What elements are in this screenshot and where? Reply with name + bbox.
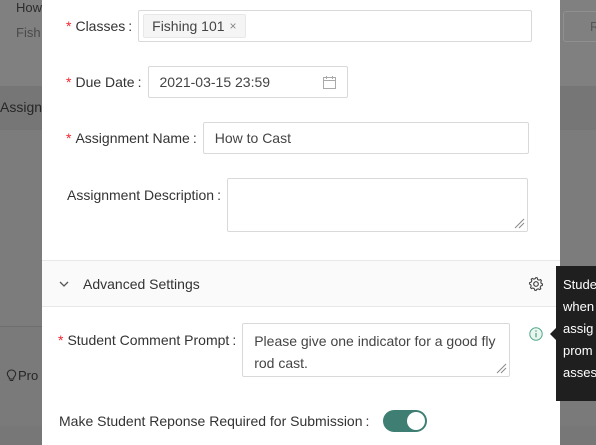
bg-action-button: R xyxy=(563,11,596,42)
info-tooltip: Stude when assig prom asses xyxy=(556,266,596,401)
bg-action-button-label: R xyxy=(590,19,596,34)
required-mark: * xyxy=(58,332,64,348)
assignment-name-value: How to Cast xyxy=(214,130,291,146)
due-date-value: 2021-03-15 23:59 xyxy=(159,74,271,90)
student-comment-prompt-row: * Student Comment Prompt: Please give on… xyxy=(58,323,511,377)
label-colon: : xyxy=(192,130,197,146)
chevron-down-icon xyxy=(59,281,69,287)
info-icon[interactable] xyxy=(529,327,543,341)
tooltip-line: asses xyxy=(563,365,596,380)
class-tag: Fishing 101 × xyxy=(143,14,246,38)
required-mark: * xyxy=(66,130,72,146)
tooltip-line: prom xyxy=(563,343,593,358)
resize-handle-icon[interactable] xyxy=(496,363,507,374)
due-date-picker[interactable]: 2021-03-15 23:59 xyxy=(147,66,348,98)
class-tag-label: Fishing 101 xyxy=(152,18,225,34)
label-colon: : xyxy=(365,413,370,429)
label-colon: : xyxy=(217,187,221,203)
tooltip-line: when xyxy=(563,299,595,314)
due-date-row: * Due Date: 2021-03-15 23:59 xyxy=(66,66,348,98)
advanced-settings-header[interactable]: Advanced Settings xyxy=(42,260,560,307)
classes-label: Classes xyxy=(75,18,126,34)
close-icon[interactable]: × xyxy=(230,19,237,33)
assignment-description-textarea[interactable] xyxy=(226,178,528,232)
due-date-label: Due Date xyxy=(75,74,135,90)
required-mark: * xyxy=(66,18,72,34)
resize-handle-icon[interactable] xyxy=(514,218,525,229)
gear-icon[interactable] xyxy=(528,276,544,292)
lightbulb-icon xyxy=(6,369,17,381)
switch-knob xyxy=(407,412,425,430)
required-mark: * xyxy=(66,74,72,90)
advanced-settings-title: Advanced Settings xyxy=(83,275,200,292)
assignment-name-input[interactable]: How to Cast xyxy=(202,122,529,154)
bg-row-title: How xyxy=(16,0,43,15)
make-required-switch[interactable] xyxy=(383,410,427,432)
student-comment-prompt-label: Student Comment Prompt xyxy=(67,332,230,348)
label-colon: : xyxy=(232,332,237,348)
make-required-row: Make Student Reponse Required for Submis… xyxy=(59,413,375,429)
assignment-modal: * Classes: Fishing 101 × * Due Date: 202… xyxy=(42,0,560,445)
bg-row-subtitle: Fish xyxy=(16,25,41,40)
student-comment-prompt-textarea[interactable]: Please give one indicator for a good fly… xyxy=(242,323,511,377)
bg-prompt-label: Pro xyxy=(6,368,38,383)
student-comment-prompt-value: Please give one indicator for a good fly… xyxy=(254,333,496,371)
tooltip-line: assig xyxy=(563,321,594,336)
assignment-description-label: Assignment Description xyxy=(67,187,215,203)
bg-prompt-label-text: Pro xyxy=(18,368,39,383)
classes-row: * Classes: Fishing 101 × xyxy=(66,10,533,42)
calendar-icon[interactable] xyxy=(322,75,336,89)
assignment-description-row: Assignment Description: xyxy=(67,178,528,232)
label-colon: : xyxy=(137,74,142,90)
tooltip-line: Stude xyxy=(563,277,596,292)
label-colon: : xyxy=(128,18,133,34)
classes-select[interactable]: Fishing 101 × xyxy=(138,10,533,42)
bg-section-title: Assign xyxy=(0,99,43,115)
assignment-name-label: Assignment Name xyxy=(75,130,190,146)
assignment-name-row: * Assignment Name: How to Cast xyxy=(66,122,529,154)
make-required-label: Make Student Reponse Required for Submis… xyxy=(59,413,363,429)
